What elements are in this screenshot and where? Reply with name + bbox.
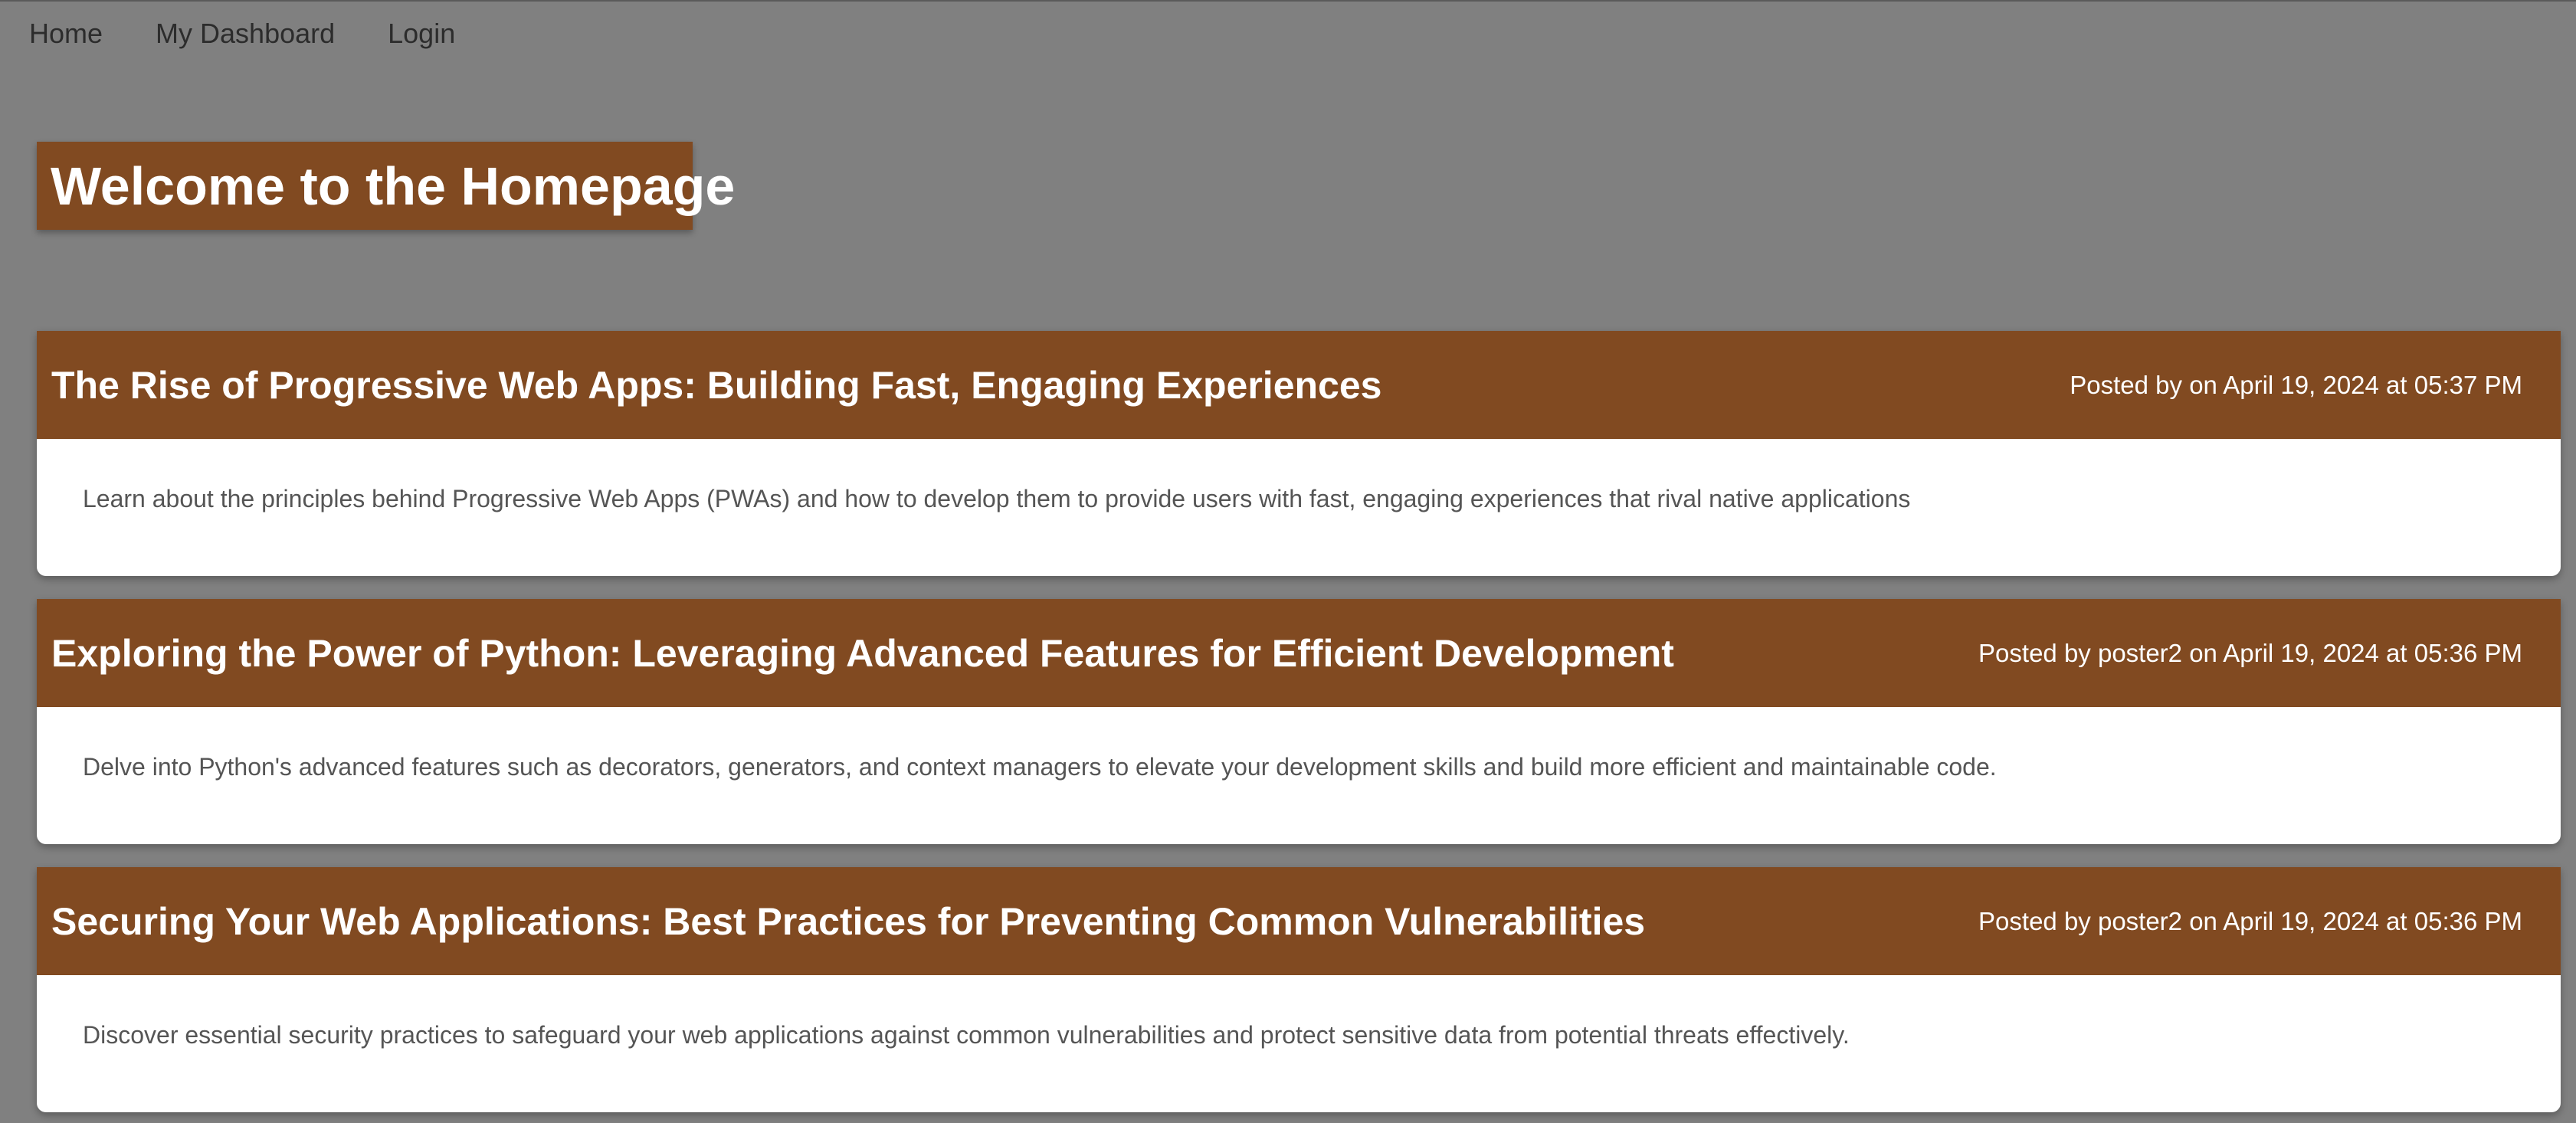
top-nav: Home My Dashboard Login [29,17,508,51]
post-summary: Learn about the principles behind Progre… [83,485,1911,512]
post-card: Securing Your Web Applications: Best Pra… [37,867,2561,1112]
post-title[interactable]: The Rise of Progressive Web Apps: Buildi… [51,363,1381,408]
page-title: Welcome to the Homepage [51,156,736,216]
post-header: The Rise of Progressive Web Apps: Buildi… [37,331,2561,439]
post-summary: Delve into Python's advanced features su… [83,753,1997,781]
page-title-banner: Welcome to the Homepage [37,142,735,230]
post-card: The Rise of Progressive Web Apps: Buildi… [37,331,2561,576]
nav-link-home[interactable]: Home [29,17,103,51]
post-summary: Discover essential security practices to… [83,1021,1850,1049]
post-meta: Posted by poster2 on April 19, 2024 at 0… [1978,906,2522,935]
post-title[interactable]: Exploring the Power of Python: Leveragin… [51,631,1674,676]
post-meta: Posted by poster2 on April 19, 2024 at 0… [1978,638,2522,667]
post-card: Exploring the Power of Python: Leveragin… [37,599,2561,844]
post-header: Exploring the Power of Python: Leveragin… [37,599,2561,707]
nav-link-login[interactable]: Login [388,17,455,51]
nav-link-my-dashboard[interactable]: My Dashboard [156,17,335,51]
post-header: Securing Your Web Applications: Best Pra… [37,867,2561,975]
post-meta: Posted by on April 19, 2024 at 05:37 PM [2070,370,2522,399]
post-title[interactable]: Securing Your Web Applications: Best Pra… [51,899,1645,944]
